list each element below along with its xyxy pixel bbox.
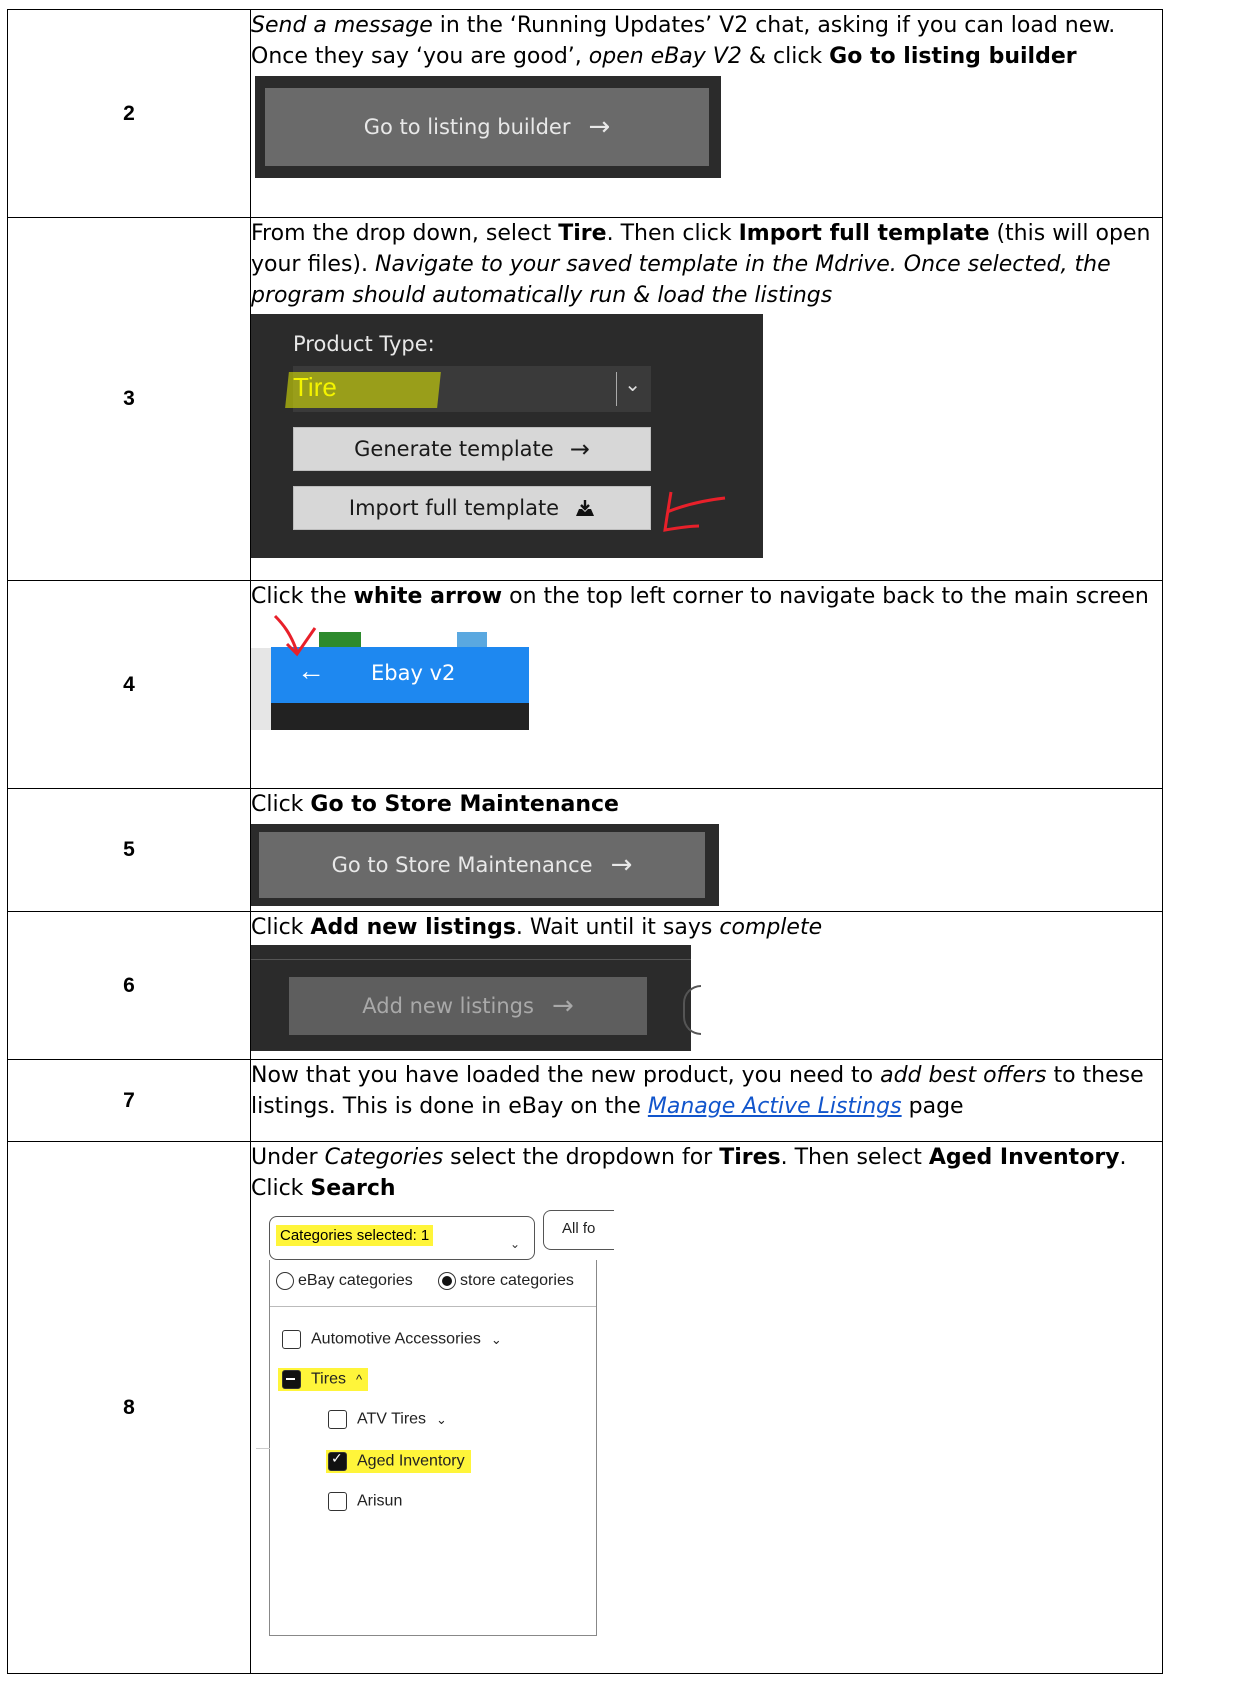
step-content: Send a message in the ‘Running Updates’ …	[250, 9, 1163, 218]
go-to-listing-builder-button[interactable]: Go to listing builder →	[265, 88, 709, 166]
step-number: 4	[7, 580, 251, 789]
step-instruction: Send a message in the ‘Running Updates’ …	[251, 13, 1116, 69]
checkbox-checked-icon: ✓	[328, 1450, 347, 1471]
chevron-up-icon: ^	[355, 1371, 363, 1387]
red-arrow-annotation	[273, 614, 317, 657]
checkbox-indeterminate-icon	[282, 1370, 301, 1389]
step-instruction: Under Categories select the dropdown for…	[251, 1145, 1127, 1201]
category-automotive-accessories[interactable]: Automotive Accessories ⌄	[282, 1330, 502, 1349]
step-row-2: 2 Send a message in the ‘Running Updates…	[7, 9, 1163, 218]
add-listings-screenshot: Add new listings →	[251, 945, 701, 1051]
step-instruction: Click the white arrow on the top left co…	[251, 584, 1149, 609]
product-type-value: Tire	[293, 372, 337, 402]
product-type-label: Product Type:	[293, 332, 435, 356]
step-content: Click Add new listings. Wait until it sa…	[250, 911, 1163, 1060]
step-content: Click Go to Store Maintenance Go to Stor…	[250, 788, 1163, 912]
step-row-7: 7 Now that you have loaded the new produ…	[7, 1059, 1163, 1142]
store-maintenance-screenshot: Go to Store Maintenance →	[251, 824, 719, 906]
arrow-right-icon: →	[610, 850, 633, 880]
category-arisun[interactable]: Arisun	[328, 1492, 402, 1511]
categories-selected-value: Categories selected: 1	[276, 1225, 434, 1246]
step-number: 8	[7, 1141, 251, 1674]
step-number: 6	[7, 911, 251, 1060]
step-number: 5	[7, 788, 251, 912]
step-number: 2	[7, 9, 251, 218]
checkbox-icon	[328, 1492, 347, 1511]
radio-selected-icon	[438, 1272, 456, 1290]
select-divider	[616, 372, 617, 406]
go-to-store-maintenance-button[interactable]: Go to Store Maintenance →	[259, 832, 705, 898]
category-tires[interactable]: Tires ^	[278, 1368, 369, 1391]
categories-dropdown: eBay categories store categories Automot…	[256, 1260, 597, 1636]
desktop-edge	[251, 648, 271, 730]
listing-builder-screenshot: Go to listing builder →	[255, 76, 721, 178]
step-content: Under Categories select the dropdown for…	[250, 1141, 1163, 1674]
checkbox-icon	[282, 1330, 301, 1349]
window-body	[271, 703, 529, 730]
product-type-select[interactable]: Tire ⌄	[285, 366, 651, 412]
step-row-4: 4 Click the white arrow on the top left …	[7, 580, 1163, 789]
step-row-8: 8 Under Categories select the dropdown f…	[7, 1141, 1163, 1674]
step-number: 3	[7, 217, 251, 581]
divider	[251, 959, 691, 960]
manage-active-listings-link[interactable]: Manage Active Listings	[648, 1094, 902, 1119]
step-content: From the drop down, select Tire. Then cl…	[250, 217, 1163, 581]
step-row-5: 5 Click Go to Store Maintenance Go to St…	[7, 788, 1163, 912]
ebay-categories-radio[interactable]: eBay categories	[276, 1272, 413, 1290]
product-type-screenshot: Product Type: Tire ⌄ Generate template →…	[251, 314, 763, 558]
store-categories-radio[interactable]: store categories	[438, 1272, 574, 1290]
generate-template-button[interactable]: Generate template →	[293, 427, 651, 471]
checkbox-icon	[328, 1410, 347, 1429]
step-instruction: Click Add new listings. Wait until it sa…	[251, 915, 823, 940]
step-instruction: Now that you have loaded the new product…	[251, 1063, 1144, 1119]
step-content: Click the white arrow on the top left co…	[250, 580, 1163, 789]
arrow-right-icon: →	[551, 991, 574, 1021]
background-edge	[256, 1448, 270, 1449]
chevron-down-icon: ⌄	[490, 1331, 502, 1347]
step-row-3: 3 From the drop down, select Tire. Then …	[7, 217, 1163, 581]
step-instruction: Click Go to Store Maintenance	[251, 792, 619, 817]
radio-icon	[276, 1272, 294, 1290]
chevron-down-icon: ⌄	[436, 1411, 447, 1427]
red-arrow-annotation	[663, 491, 726, 532]
category-aged-inventory[interactable]: ✓ Aged Inventory	[326, 1450, 471, 1473]
download-icon	[576, 500, 595, 516]
categories-select[interactable]: Categories selected: 1 ⌄	[269, 1216, 535, 1260]
window-title: Ebay v2	[371, 661, 456, 685]
steps-table: 2 Send a message in the ‘Running Updates…	[7, 9, 1163, 1674]
partial-circle	[683, 985, 701, 1035]
add-new-listings-button[interactable]: Add new listings →	[289, 977, 647, 1035]
arrow-right-icon: →	[588, 112, 611, 142]
divider	[270, 1306, 596, 1307]
arrow-right-icon: →	[569, 435, 590, 463]
import-full-template-button[interactable]: Import full template	[293, 486, 651, 530]
chevron-down-icon: ⌄	[624, 374, 641, 396]
categories-screenshot: Categories selected: 1 ⌄ All fo eBay cat…	[256, 1210, 629, 1640]
category-atv-tires[interactable]: ATV Tires ⌄	[328, 1410, 447, 1429]
ebay-window-screenshot: ← Ebay v2	[251, 614, 529, 730]
step-row-6: 6 Click Add new listings. Wait until it …	[7, 911, 1163, 1060]
step-content: Now that you have loaded the new product…	[250, 1059, 1163, 1142]
format-select[interactable]: All fo	[543, 1210, 614, 1250]
step-instruction: From the drop down, select Tire. Then cl…	[251, 221, 1151, 308]
chevron-down-icon: ⌄	[509, 1237, 520, 1251]
step-number: 7	[7, 1059, 251, 1142]
